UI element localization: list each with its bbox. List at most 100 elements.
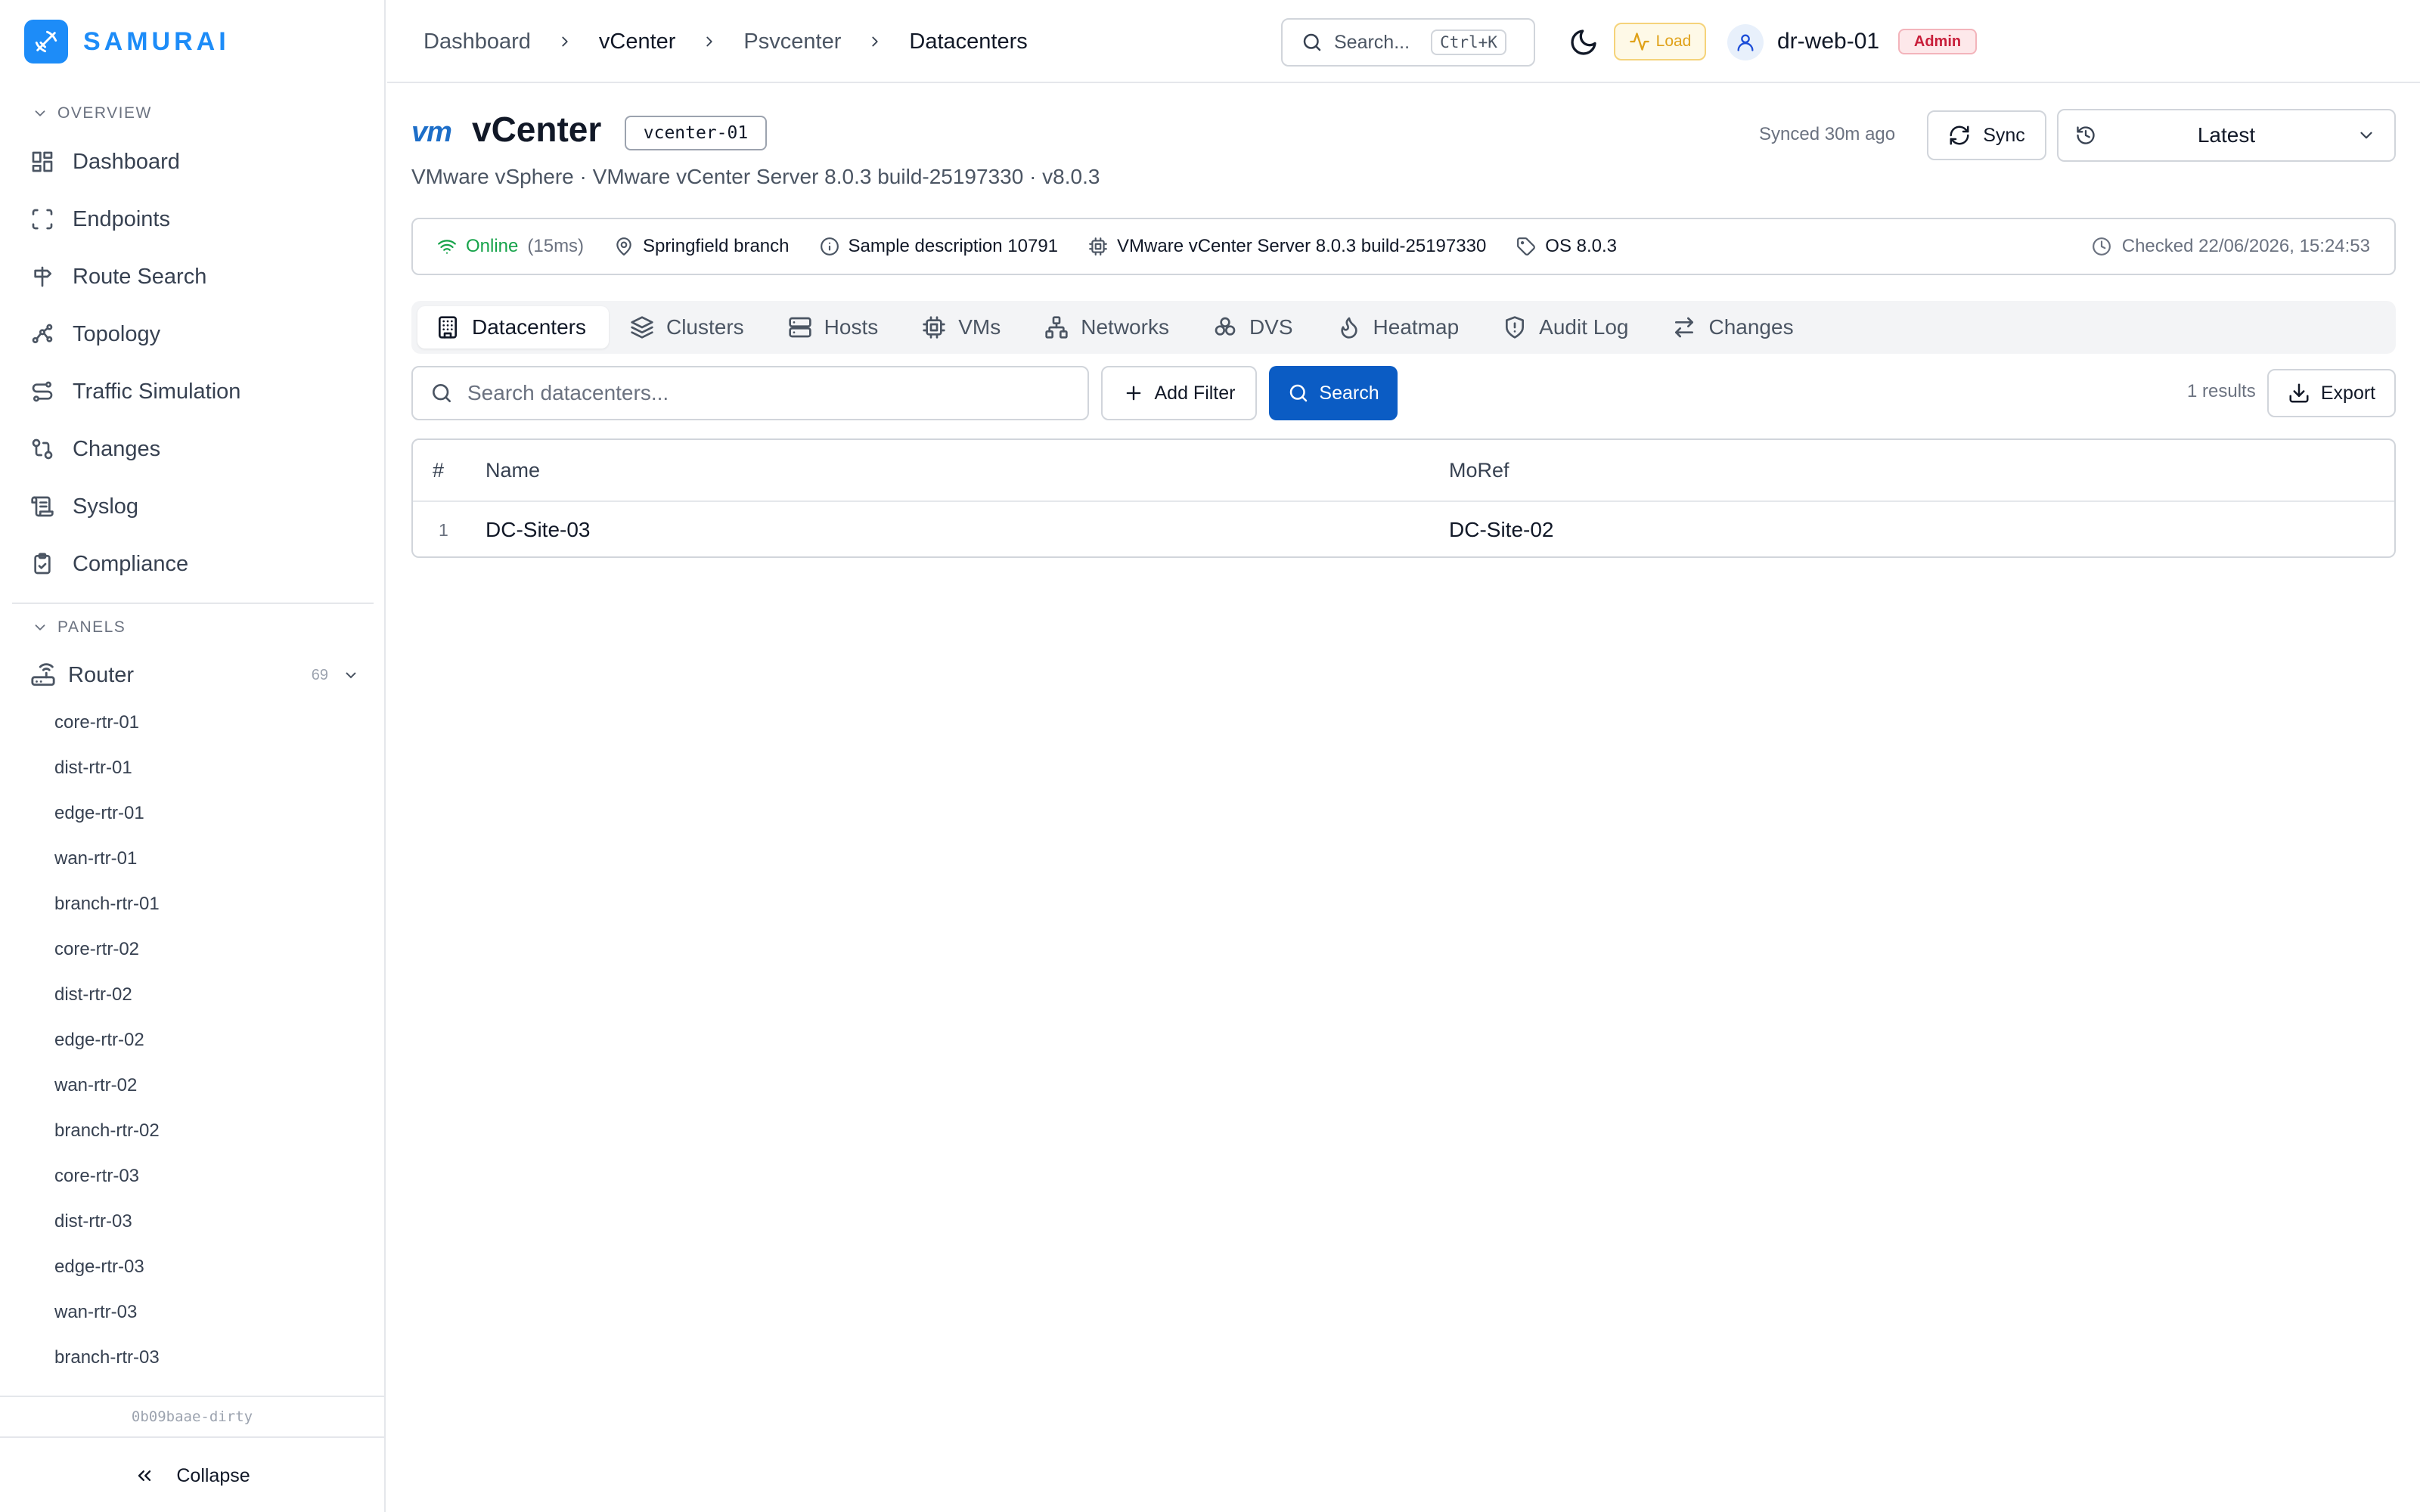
router-icon [30,662,56,688]
page-title: vCenter [472,110,602,149]
sidebar-router-wan-rtr-02[interactable]: wan-rtr-02 [54,1070,137,1101]
chevron-down-icon [32,105,48,122]
tab-vms[interactable]: VMs [904,306,1023,349]
column-header-moref[interactable]: MoRef [1449,459,1509,482]
sidebar-item-syslog[interactable]: Syslog [30,486,363,527]
collapse-sidebar-button[interactable]: Collapse [0,1439,384,1512]
version-select[interactable]: Latest [2057,109,2396,162]
plus-icon [1123,383,1144,404]
status-text: Online [466,236,519,256]
wifi-icon [437,237,457,256]
sidebar-router-dist-rtr-03[interactable]: dist-rtr-03 [54,1207,132,1237]
online-status: Online (15ms) [437,236,584,257]
tab-networks[interactable]: Networks [1026,306,1192,349]
sidebar-item-endpoints[interactable]: Endpoints [30,199,363,240]
sidebar-router-dist-rtr-01[interactable]: dist-rtr-01 [54,753,132,783]
sidebar-router-edge-rtr-01[interactable]: edge-rtr-01 [54,798,144,829]
export-label: Export [2320,382,2376,404]
layers-icon [630,315,654,339]
tab-label: Clusters [666,315,744,339]
chevron-right-icon [557,33,573,50]
instance-tag: vcenter-01 [625,116,767,150]
build-version: 0b09baae-dirty [0,1396,384,1438]
sidebar-item-compliance[interactable]: Compliance [30,544,363,584]
endpoints-icon [30,207,54,231]
breadcrumb-psvcenter[interactable]: Psvcenter [743,29,841,54]
tab-label: Datacenters [472,315,586,339]
panel-router-toggle[interactable]: Router 69 [30,655,360,696]
sidebar-item-topology[interactable]: Topology [30,314,363,355]
boxes-icon [1213,315,1237,339]
table-row[interactable]: 1 DC-Site-03 DC-Site-02 [413,502,2394,556]
sidebar-router-core-rtr-03[interactable]: core-rtr-03 [54,1161,139,1191]
search-shortcut: Ctrl+K [1431,29,1506,55]
sidebar-item-dashboard[interactable]: Dashboard [30,141,363,182]
sidebar-router-wan-rtr-03[interactable]: wan-rtr-03 [54,1297,137,1328]
tab-clusters[interactable]: Clusters [612,306,767,349]
sidebar-item-traffic-simulation[interactable]: Traffic Simulation [30,371,363,412]
breadcrumb-datacenters: Datacenters [909,29,1028,54]
export-button[interactable]: Export [2267,369,2396,417]
tab-changes[interactable]: Changes [1654,306,1816,349]
column-header-number[interactable]: # [433,459,444,482]
breadcrumb-dashboard[interactable]: Dashboard [424,29,531,54]
datacenters-table: # Name MoRef 1 DC-Site-03 DC-Site-02 [411,438,2396,558]
table-header: # Name MoRef [413,440,2394,502]
sidebar-router-core-rtr-01[interactable]: core-rtr-01 [54,708,139,738]
tab-audit-log[interactable]: Audit Log [1485,306,1651,349]
chevron-right-icon [701,33,718,50]
tab-bar: Datacenters Clusters Hosts VMs Networks … [411,301,2396,354]
activity-icon [1629,31,1650,52]
brand[interactable]: SAMURAI [24,20,230,64]
sidebar-router-core-rtr-02[interactable]: core-rtr-02 [54,934,139,965]
sidebar-router-branch-rtr-02[interactable]: branch-rtr-02 [54,1116,160,1146]
product-text: VMware vCenter Server 8.0.3 build-251973… [1117,236,1487,256]
sidebar-router-wan-rtr-01[interactable]: wan-rtr-01 [54,844,137,874]
sidebar-router-branch-rtr-03[interactable]: branch-rtr-03 [54,1343,160,1373]
location-info: Springfield branch [614,236,790,257]
sidebar-item-label: Traffic Simulation [73,379,241,404]
tab-heatmap[interactable]: Heatmap [1319,306,1482,349]
sidebar-router-branch-rtr-01[interactable]: branch-rtr-01 [54,889,160,919]
sidebar-item-route-search[interactable]: Route Search [30,256,363,297]
datacenter-search-input[interactable] [467,381,1072,405]
sidebar-router-dist-rtr-02[interactable]: dist-rtr-02 [54,980,132,1010]
breadcrumb-vcenter[interactable]: vCenter [599,29,676,54]
sidebar-item-label: Changes [73,436,161,461]
search-icon [1301,31,1323,54]
os-info: OS 8.0.3 [1516,236,1617,257]
overview-section-toggle[interactable]: OVERVIEW [32,104,152,122]
sidebar-item-changes[interactable]: Changes [30,429,363,469]
search-button[interactable]: Search [1269,366,1398,420]
panels-section-toggle[interactable]: PANELS [32,618,126,637]
theme-toggle-moon-icon[interactable] [1568,27,1599,57]
sidebar-router-edge-rtr-03[interactable]: edge-rtr-03 [54,1252,144,1282]
panel-router-label: Router [68,662,135,687]
column-header-name[interactable]: Name [486,459,540,482]
tab-dvs[interactable]: DVS [1195,306,1316,349]
vmware-logo: vm [411,116,452,148]
router-count-badge: 69 [311,666,328,683]
scroll-icon [30,494,54,519]
tab-datacenters[interactable]: Datacenters [417,306,609,349]
load-indicator[interactable]: Load [1614,23,1706,60]
sidebar-router-edge-rtr-02[interactable]: edge-rtr-02 [54,1025,144,1055]
breadcrumb: Dashboard vCenter Psvcenter Datacenters [424,0,1028,83]
user-avatar-icon[interactable] [1727,24,1764,60]
description-text: Sample description 10791 [848,236,1059,256]
sidebar-item-label: Dashboard [73,149,180,174]
server-icon [788,315,812,339]
chevron-down-icon [2356,125,2376,145]
global-search-button[interactable]: Search... Ctrl+K [1281,18,1535,67]
user-name[interactable]: dr-web-01 [1777,0,1879,83]
add-filter-button[interactable]: Add Filter [1101,366,1257,420]
route-icon [30,380,54,404]
sync-button[interactable]: Sync [1927,110,2046,160]
cpu-icon [1088,237,1108,256]
search-icon [430,381,454,405]
location-text: Springfield branch [643,236,790,256]
topology-icon [30,322,54,346]
arrows-icon [1672,315,1696,339]
tab-hosts[interactable]: Hosts [770,306,901,349]
clock-icon [2092,237,2111,256]
